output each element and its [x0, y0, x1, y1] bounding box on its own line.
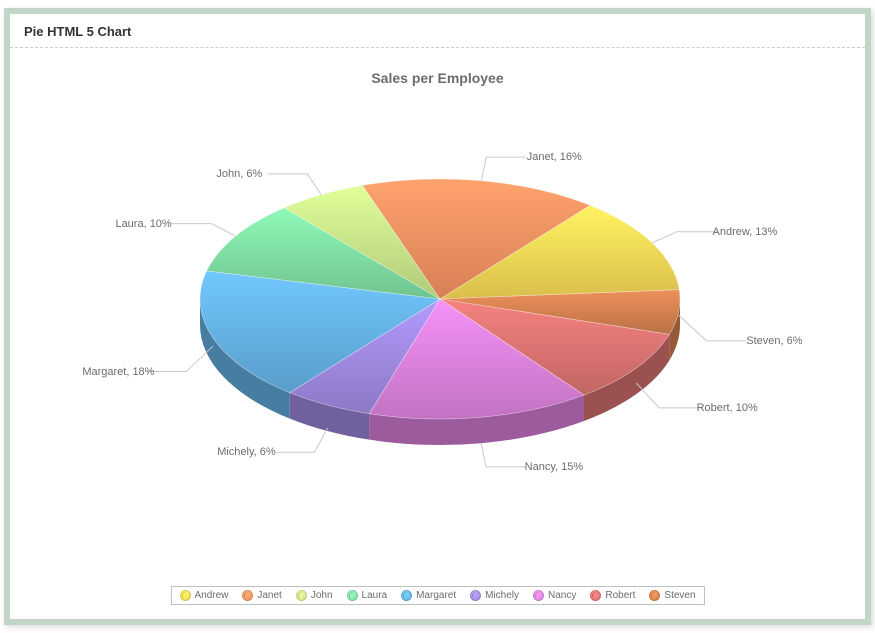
legend-swatch-icon [401, 590, 412, 601]
legend-swatch-icon [242, 590, 253, 601]
slice-label: John, 6% [216, 168, 262, 180]
legend-item[interactable]: Robert [590, 590, 635, 601]
slice-label: Nancy, 15% [525, 461, 584, 473]
legend-label: Margaret [416, 590, 456, 601]
slice-label: Steven, 6% [746, 335, 802, 347]
legend-swatch-icon [590, 590, 601, 601]
slice-label: Margaret, 18% [82, 366, 154, 378]
legend-swatch-icon [533, 590, 544, 601]
legend-swatch-icon [470, 590, 481, 601]
legend-item[interactable]: John [296, 590, 333, 601]
slice-label: Michely, 6% [217, 446, 275, 458]
legend-item[interactable]: Laura [347, 590, 388, 601]
legend-label: Laura [362, 590, 388, 601]
legend: Andrew Janet John Laura Margaret Michely Nancy… [170, 586, 704, 605]
panel: Pie HTML 5 Chart Sales per Employee Jane… [4, 8, 871, 625]
legend-item[interactable]: Michely [470, 590, 519, 601]
pie-chart: Janet, 16% Andrew, 13% Steven, 6% Robert, 1… [10, 94, 865, 524]
slice-label: Laura, 10% [115, 218, 171, 230]
legend-swatch-icon [296, 590, 307, 601]
slice-label: Andrew, 13% [713, 226, 778, 238]
legend-label: Nancy [548, 590, 576, 601]
legend-item[interactable]: Andrew [179, 590, 228, 601]
legend-label: Michely [485, 590, 519, 601]
legend-swatch-icon [179, 590, 190, 601]
legend-label: Robert [605, 590, 635, 601]
legend-item[interactable]: Margaret [401, 590, 456, 601]
legend-swatch-icon [649, 590, 660, 601]
panel-title: Pie HTML 5 Chart [24, 24, 131, 39]
legend-label: Janet [257, 590, 281, 601]
slice-label: Robert, 10% [697, 402, 758, 414]
legend-label: John [311, 590, 333, 601]
legend-item[interactable]: Steven [649, 590, 695, 601]
panel-header: Pie HTML 5 Chart [10, 14, 865, 48]
legend-item[interactable]: Nancy [533, 590, 576, 601]
chart-title: Sales per Employee [10, 48, 865, 94]
pie-svg [10, 94, 865, 524]
legend-label: Andrew [194, 590, 228, 601]
slice-label: Janet, 16% [527, 151, 582, 163]
legend-item[interactable]: Janet [242, 590, 281, 601]
legend-label: Steven [664, 590, 695, 601]
legend-swatch-icon [347, 590, 358, 601]
